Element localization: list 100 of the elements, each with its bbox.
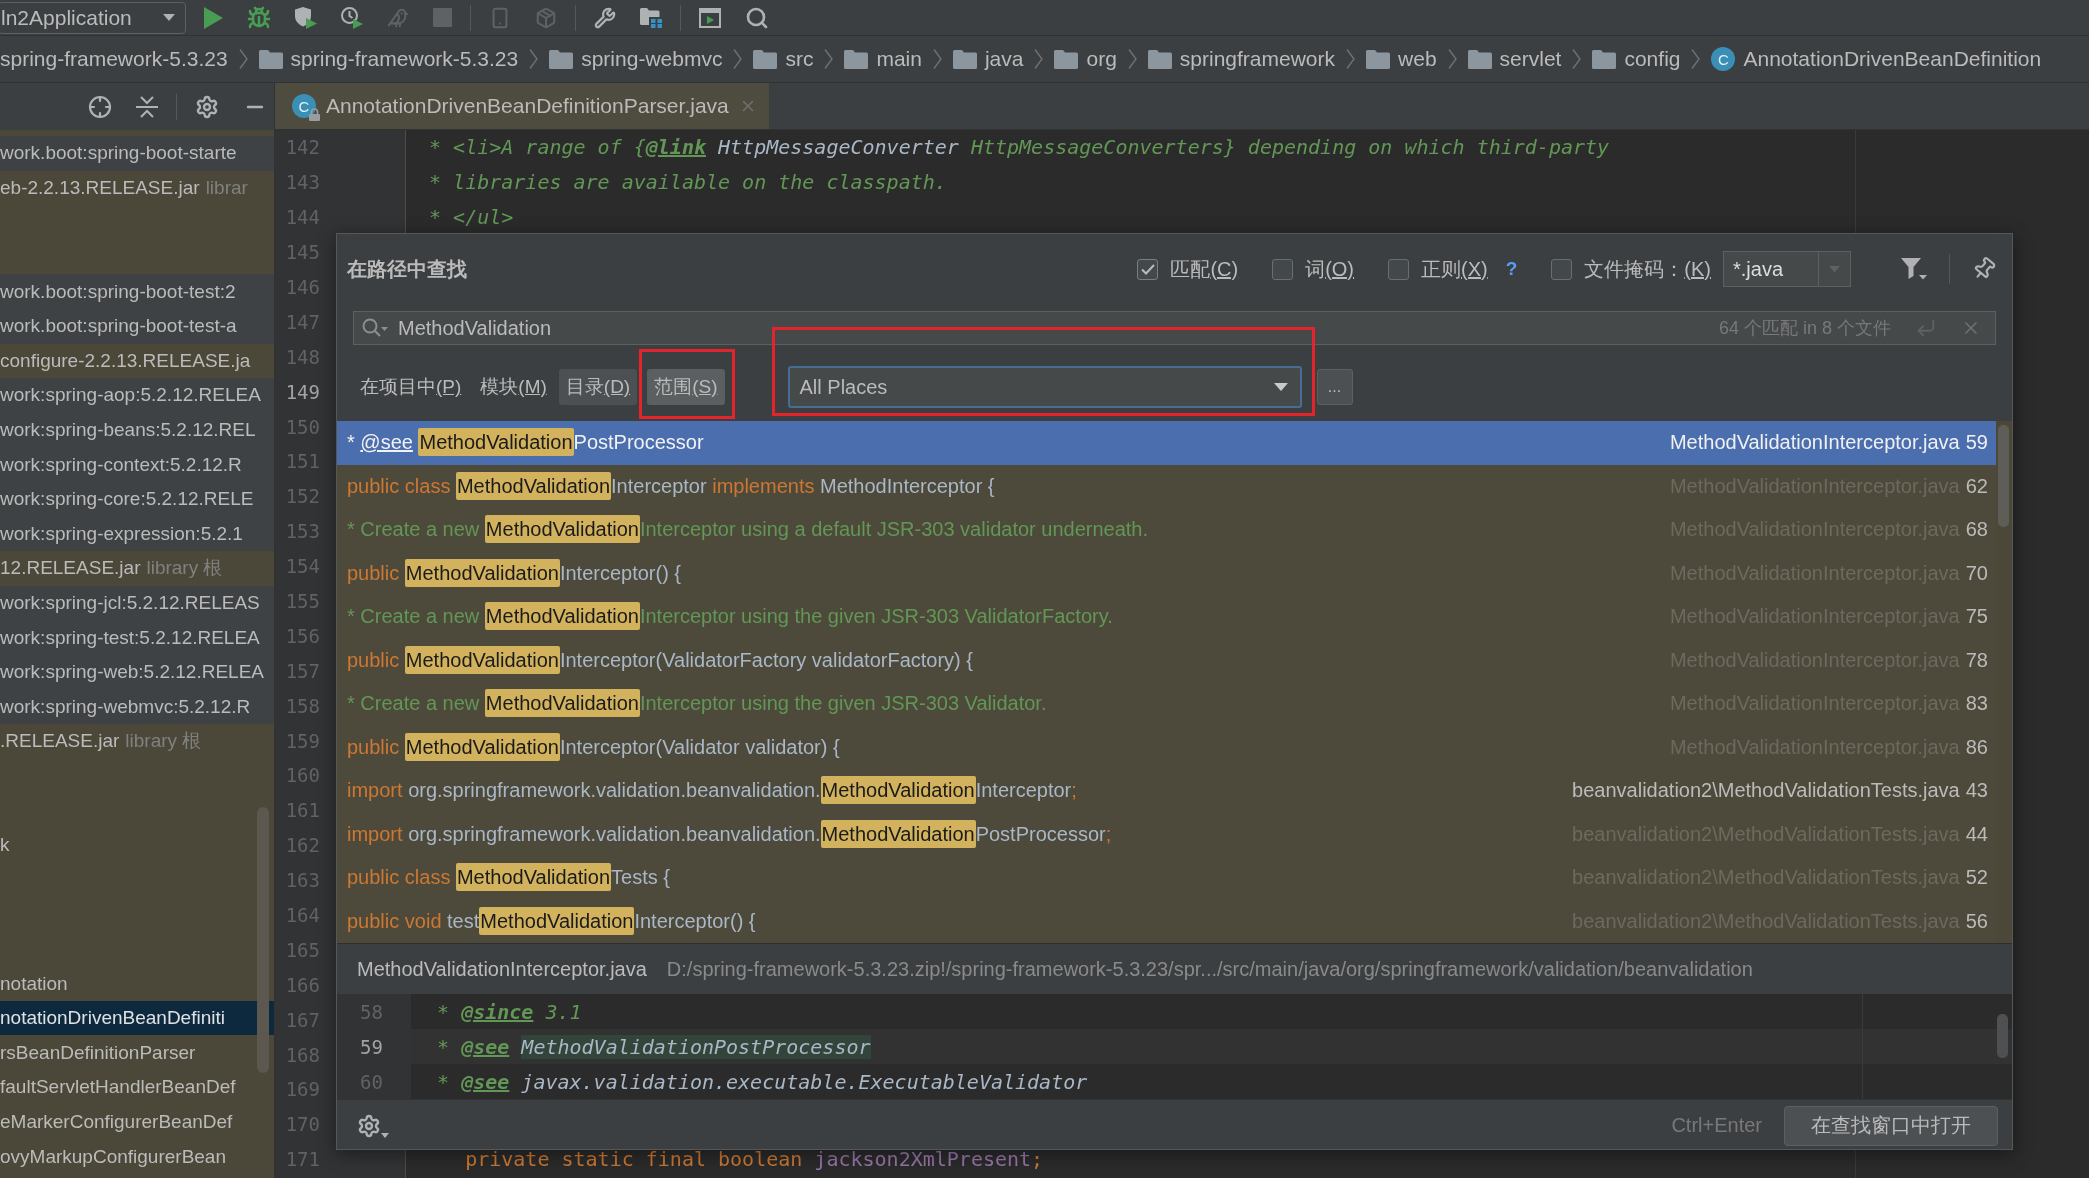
breadcrumb-item[interactable]: org bbox=[1054, 47, 1117, 71]
window-play-icon[interactable] bbox=[699, 7, 721, 28]
more-button[interactable]: ... bbox=[1316, 369, 1353, 405]
shortcut-hint: Ctrl+Enter bbox=[1671, 1114, 1762, 1137]
chevron-icon bbox=[1034, 49, 1044, 69]
tree-item[interactable]: work.boot:spring-boot-starte bbox=[0, 136, 274, 171]
open-in-find-window-button[interactable]: 在查找窗口中打开 bbox=[1784, 1105, 1998, 1146]
tree-item[interactable]: work:spring-core:5.2.12.RELE bbox=[0, 481, 274, 517]
tree-item[interactable]: work.boot:spring-boot-test:2 bbox=[0, 274, 274, 309]
help-link[interactable]: ? bbox=[1505, 258, 1518, 280]
code-line: * @since 3.1 bbox=[436, 999, 582, 1024]
code-line: private static final boolean jackson2XmlPresent; bbox=[464, 1147, 1044, 1172]
line-number: 56 bbox=[1965, 909, 1988, 933]
search-input[interactable]: MethodValidation bbox=[398, 316, 1709, 340]
check-icon bbox=[1140, 263, 1155, 275]
shield-play-icon[interactable] bbox=[295, 6, 317, 29]
scope-tab[interactable]: 在项目中(P) bbox=[353, 369, 469, 405]
play-icon[interactable] bbox=[204, 6, 223, 29]
option-label: 词(O) bbox=[1305, 256, 1355, 282]
tree-item[interactable]: work:spring-expression:5.2.1 bbox=[0, 516, 274, 552]
scope-tab[interactable]: 模块(M) bbox=[473, 369, 554, 405]
scrollbar-thumb[interactable] bbox=[257, 807, 269, 1073]
breadcrumb-item[interactable]: web bbox=[1366, 47, 1437, 71]
checkbox[interactable] bbox=[1272, 258, 1294, 280]
chevron-icon bbox=[529, 49, 539, 69]
folder-icon bbox=[1054, 49, 1079, 69]
chevron-icon bbox=[932, 49, 942, 69]
code-line: * <li>A range of {@link HttpMessageConverter HttpMessageConverters} depending on which third-party bbox=[428, 135, 1610, 160]
code-snippet: import org.springframework.validation.beanvalidation.MethodValidationInterceptor; bbox=[347, 779, 1077, 803]
code-snippet: public void testMethodValidationInterceptor() { bbox=[347, 909, 756, 933]
wrench-icon[interactable] bbox=[594, 6, 616, 29]
code-snippet: * @see MethodValidationPostProcessor bbox=[347, 431, 704, 455]
code-line: * libraries are available on the classpath. bbox=[428, 170, 947, 195]
gear-icon[interactable] bbox=[357, 1113, 389, 1138]
breadcrumb-item[interactable]: spring-framework-5.3.23 bbox=[0, 47, 228, 71]
code-snippet: * Create a new MethodValidationInterceptor using a default JSR-303 validator underneath. bbox=[347, 518, 1149, 542]
search-icon[interactable] bbox=[745, 5, 769, 30]
folder-icon bbox=[258, 49, 283, 69]
filter-icon[interactable] bbox=[1901, 257, 1927, 281]
tree-item[interactable]: work:spring-webmvc:5.2.12.R bbox=[0, 689, 274, 725]
tree-item[interactable]: work:spring-web:5.2.12.RELEA bbox=[0, 654, 274, 690]
collapse-icon[interactable] bbox=[136, 95, 158, 118]
checkbox[interactable] bbox=[1388, 258, 1410, 280]
line-number: 43 bbox=[1965, 779, 1988, 803]
class-badge: C bbox=[1711, 47, 1736, 71]
file-mask-input[interactable]: *.java bbox=[1724, 252, 1818, 286]
code-line: * @see MethodValidationPostProcessor bbox=[436, 1034, 871, 1059]
folder-grid-icon[interactable] bbox=[640, 7, 662, 28]
file-tab[interactable]: C AnnotationDrivenBeanDefinitionParser.java bbox=[275, 83, 769, 129]
scrollbar-thumb[interactable] bbox=[1998, 425, 2009, 527]
crosshair-icon[interactable] bbox=[88, 94, 112, 119]
result-row[interactable]: * @see MethodValidationPostProcessor MethodValidationInterceptor.java 59 bbox=[337, 421, 1996, 465]
tree-item[interactable]: notationDrivenBeanDefiniti bbox=[0, 1000, 274, 1036]
breadcrumb-item[interactable]: spring-webmvc bbox=[549, 47, 723, 71]
folder-icon bbox=[1147, 49, 1172, 69]
breadcrumb-item[interactable]: C AnnotationDrivenBeanDefinition bbox=[1711, 47, 2042, 71]
tree-item[interactable]: work:spring-beans:5.2.12.REL bbox=[0, 412, 274, 448]
checkbox[interactable] bbox=[1137, 258, 1159, 280]
code-line: * </ul> bbox=[428, 205, 514, 230]
scope-dropdown[interactable]: All Places bbox=[787, 366, 1302, 408]
breadcrumb-item[interactable]: servlet bbox=[1467, 47, 1562, 71]
bug-icon[interactable] bbox=[247, 5, 271, 30]
breadcrumb-item[interactable]: src bbox=[753, 47, 814, 71]
tree-item[interactable]: work:spring-context:5.2.12.R bbox=[0, 447, 274, 482]
file-mask-combo[interactable]: *.java bbox=[1723, 251, 1851, 287]
chevron-icon bbox=[1127, 49, 1137, 69]
code-snippet: public MethodValidationInterceptor(ValidatorFactory validatorFactory) { bbox=[347, 648, 973, 672]
line-number: 68 bbox=[1965, 518, 1988, 542]
folder-icon bbox=[844, 49, 869, 69]
breadcrumb-item[interactable]: main bbox=[844, 47, 922, 71]
scrollbar-thumb[interactable] bbox=[1997, 1014, 2008, 1058]
line-number: 75 bbox=[1965, 605, 1988, 629]
run-config-dropdown[interactable]: ln2Application bbox=[0, 1, 186, 34]
breadcrumb-item[interactable]: config bbox=[1592, 47, 1681, 71]
tree-item[interactable]: work:spring-test:5.2.12.RELEA bbox=[0, 620, 274, 655]
code-snippet: import org.springframework.validation.beanvalidation.MethodValidationPostProcessor; bbox=[347, 822, 1112, 846]
tree-item[interactable]: work:spring-aop:5.2.12.RELEA bbox=[0, 378, 274, 413]
line-number: 62 bbox=[1965, 474, 1988, 498]
folder-icon bbox=[753, 49, 778, 69]
line-number: 83 bbox=[1965, 692, 1988, 716]
code-line: * @see javax.validation.executable.ExecutableValidator bbox=[436, 1069, 1088, 1094]
code-snippet: * Create a new MethodValidationInterceptor using the given JSR-303 Validator. bbox=[347, 692, 1047, 716]
line-number: 149 bbox=[285, 380, 320, 403]
option-label: 正则(X) bbox=[1421, 256, 1488, 282]
chevron-icon bbox=[1346, 49, 1356, 69]
checkbox[interactable] bbox=[1551, 258, 1573, 280]
clock-play-icon[interactable] bbox=[341, 6, 363, 29]
folder-icon bbox=[1467, 49, 1492, 69]
gear-icon[interactable] bbox=[195, 94, 219, 119]
line-number: 59 bbox=[1965, 431, 1988, 455]
file-name: MethodValidationInterceptor.java bbox=[1669, 431, 1960, 455]
tree-item[interactable]: work.boot:spring-boot-test-a bbox=[0, 308, 274, 344]
breadcrumb-item[interactable]: java bbox=[952, 47, 1024, 71]
line-number: 59 bbox=[360, 1035, 383, 1058]
tree-item[interactable]: work:spring-jcl:5.2.12.RELEAS bbox=[0, 585, 274, 621]
breadcrumb-item[interactable]: springframework bbox=[1147, 47, 1336, 71]
search-icon[interactable] bbox=[362, 318, 388, 338]
scope-tab[interactable]: 目录(D) bbox=[558, 369, 638, 405]
breadcrumb-item[interactable]: spring-framework-5.3.23 bbox=[258, 47, 519, 71]
chevron-icon bbox=[238, 49, 248, 69]
